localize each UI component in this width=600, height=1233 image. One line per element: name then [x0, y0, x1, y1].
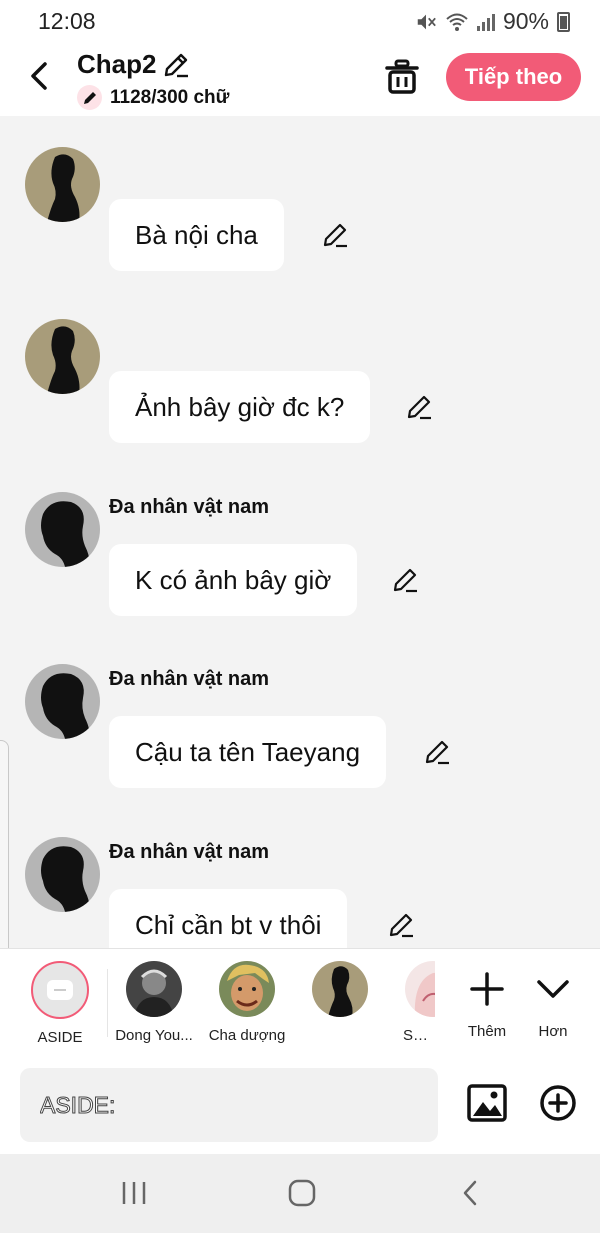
tan-silhouette-avatar — [25, 147, 100, 222]
avatar[interactable] — [25, 492, 100, 567]
word-count-row: 1128/300 chữ — [77, 85, 229, 110]
back-button[interactable] — [22, 56, 56, 96]
gray-silhouette-avatar — [25, 837, 100, 912]
avatar[interactable] — [25, 319, 100, 394]
word-count: 1128/300 chữ — [110, 86, 230, 108]
chat-bubble-icon — [47, 980, 73, 1000]
recent-apps-button[interactable] — [114, 1176, 154, 1210]
chevron-left-icon — [31, 62, 47, 90]
message-bubble[interactable]: Chỉ cần bt v thôi — [109, 889, 348, 948]
avatar[interactable] — [25, 147, 100, 222]
system-back-button[interactable] — [450, 1176, 490, 1210]
status-bar: 12:08 90% — [0, 0, 600, 42]
home-icon — [288, 1179, 316, 1207]
edit-message-button[interactable] — [391, 566, 419, 594]
pencil-icon — [393, 568, 417, 593]
pencil-icon — [425, 740, 449, 765]
character-label: Dong You... — [115, 1027, 193, 1044]
edit-message-button[interactable] — [405, 393, 433, 421]
avatar — [126, 961, 182, 1017]
character-seo[interactable]: Seo... — [383, 961, 435, 1044]
mute-icon — [417, 14, 436, 29]
pencil-icon — [407, 395, 431, 420]
pencil-icon — [165, 53, 189, 77]
chapter-title[interactable]: Chap2 — [77, 49, 190, 80]
message-bubble[interactable]: Ảnh bây giờ đc k? — [109, 371, 371, 443]
character-label: Seo... — [403, 1027, 435, 1044]
message-bubble[interactable]: Bà nội cha — [109, 199, 284, 271]
battery-percent: 90% — [502, 8, 549, 34]
sender-name: Đa nhân vật nam — [109, 496, 270, 518]
pencil-icon — [323, 223, 347, 248]
edit-message-button[interactable] — [423, 738, 451, 766]
avatar[interactable] — [25, 837, 100, 912]
edit-message-button[interactable] — [321, 221, 349, 249]
sender-name: Đa nhân vật nam — [109, 668, 270, 690]
avatar — [312, 961, 368, 1017]
avatar — [405, 961, 435, 1017]
character-aside[interactable]: ASIDE — [10, 961, 110, 1046]
status-icons: 90% — [415, 8, 570, 35]
back-arrow-icon — [463, 1180, 477, 1206]
sender-name: Đa nhân vật nam — [109, 841, 270, 863]
message-row: Ảnh bây giờ đc k? — [0, 319, 600, 479]
editor-header: Chap2 1128/300 chữ Tiếp theo — [0, 42, 600, 116]
character-label: ASIDE — [37, 1029, 83, 1046]
message-row: Bà nội cha — [0, 147, 600, 307]
more-label: Hơn — [538, 1023, 568, 1040]
pencil-icon — [83, 91, 96, 104]
add-attachment-button[interactable] — [540, 1085, 576, 1121]
message-list[interactable]: Bà nội cha Ảnh bây giờ đc k? Đa nhân vật… — [0, 116, 600, 948]
photo-avatar — [126, 961, 182, 1017]
message-row: Đa nhân vật nam Chỉ cần bt v thôi — [0, 837, 600, 948]
image-icon — [467, 1084, 507, 1122]
chevron-down-icon — [537, 980, 569, 998]
anime-avatar — [219, 961, 275, 1017]
avatar — [219, 961, 275, 1017]
battery-icon — [557, 11, 570, 32]
next-button[interactable]: Tiếp theo — [446, 53, 581, 101]
message-bubble[interactable]: K có ảnh bây giờ — [109, 544, 358, 616]
status-time: 12:08 — [38, 8, 96, 34]
edit-message-button[interactable] — [387, 911, 415, 939]
message-input[interactable] — [20, 1068, 438, 1142]
plus-circle-icon — [540, 1085, 576, 1121]
add-label: Thêm — [467, 1023, 507, 1040]
pencil-icon — [389, 913, 413, 938]
chapter-title-text: Chap2 — [77, 49, 157, 79]
insert-image-button[interactable] — [467, 1084, 507, 1122]
message-row: Đa nhân vật nam K có ảnh bây giờ — [0, 492, 600, 652]
edit-badge — [77, 85, 102, 110]
plus-icon — [470, 972, 504, 1006]
avatar[interactable] — [25, 664, 100, 739]
signal-icon — [476, 13, 495, 31]
aside-avatar — [31, 961, 89, 1019]
character-silhouette[interactable] — [290, 961, 390, 1027]
add-character-button[interactable]: Thêm — [457, 961, 517, 1040]
character-bar: ASIDE Dong You... Cha dượng Seo. Thêm Hơ… — [0, 948, 600, 1058]
illustrated-avatar — [405, 961, 435, 1017]
tan-silhouette-avatar — [312, 961, 368, 1017]
character-label: Cha dượng — [208, 1027, 286, 1044]
side-drawer-handle[interactable] — [0, 740, 9, 972]
character-cha-duong[interactable]: Cha dượng — [197, 961, 297, 1044]
tan-silhouette-avatar — [25, 319, 100, 394]
recent-apps-icon — [122, 1182, 146, 1204]
delete-button[interactable] — [384, 58, 420, 96]
message-bubble[interactable]: Cậu ta tên Taeyang — [109, 716, 387, 788]
gray-silhouette-avatar — [25, 664, 100, 739]
message-row: Đa nhân vật nam Cậu ta tên Taeyang — [0, 664, 600, 824]
character-dong-you[interactable]: Dong You... — [104, 961, 204, 1044]
trash-icon — [385, 59, 419, 94]
home-button[interactable] — [282, 1176, 322, 1210]
gray-silhouette-avatar — [25, 492, 100, 567]
wifi-icon — [446, 13, 468, 31]
composer — [0, 1058, 600, 1154]
system-nav-bar — [0, 1154, 600, 1233]
more-characters-button[interactable]: Hơn — [523, 961, 583, 1040]
